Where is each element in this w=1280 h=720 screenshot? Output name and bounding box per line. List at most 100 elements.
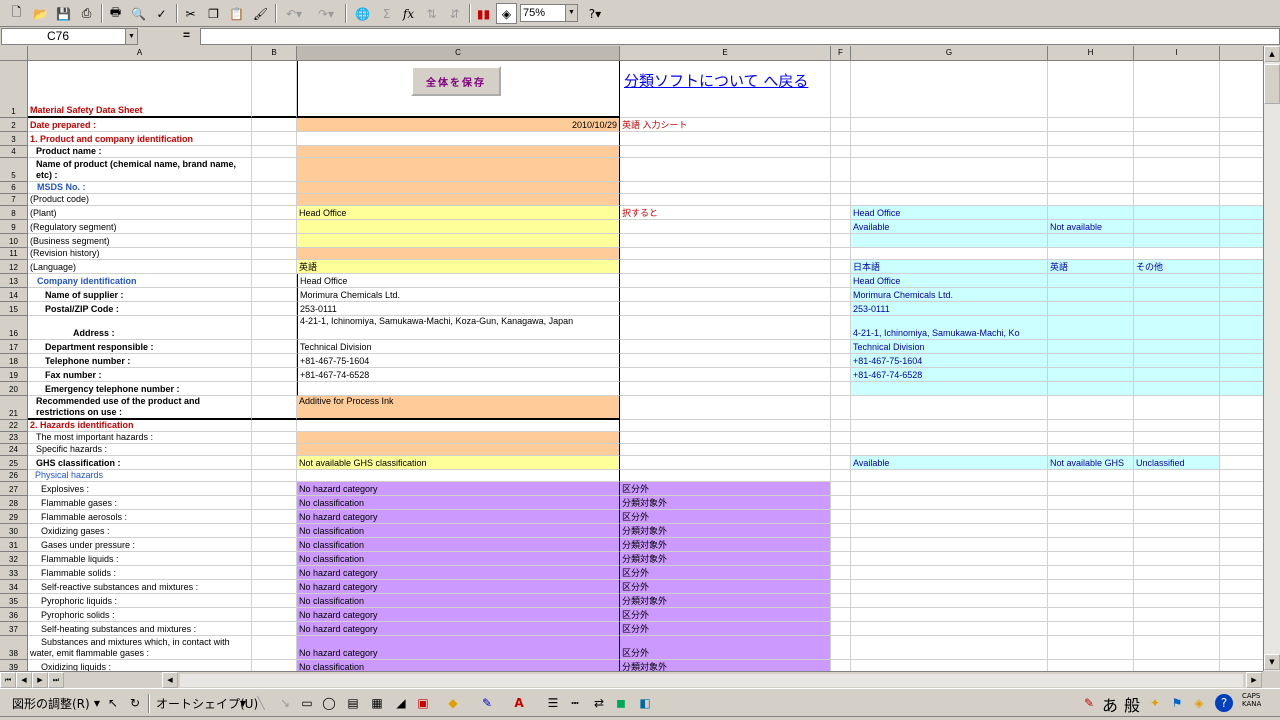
cell-j6[interactable] [1220,182,1263,194]
cell-j4[interactable] [1220,146,1263,158]
cell-j37[interactable] [1220,622,1263,636]
column-header-e[interactable]: E [620,46,831,61]
cell-h6[interactable] [1048,182,1134,194]
cell-h17[interactable] [1048,340,1134,354]
cell-i14[interactable] [1134,288,1220,302]
drawing-icon[interactable]: ◈ [496,3,517,24]
column-header-c[interactable]: C [297,46,620,61]
cell-g17[interactable]: Technical Division [851,340,1048,354]
cell-a18[interactable]: Telephone number : [28,354,252,368]
cell-c13[interactable]: Head Office [297,274,620,288]
cell-a35[interactable]: Pyrophoric liquids : [28,594,252,608]
cell-g19[interactable]: +81-467-74-6528 [851,368,1048,382]
sheet-prev-icon[interactable]: ◀ [16,672,32,688]
cell-c27[interactable]: No hazard category [297,482,620,496]
cell-j2[interactable] [1220,118,1263,132]
cell-e31[interactable]: 分類対象外 [620,538,831,552]
cell-e29[interactable]: 区分外 [620,510,831,524]
cell-h31[interactable] [1048,538,1134,552]
fill-color-icon[interactable]: ◆ [444,694,462,712]
cell-e24[interactable] [620,444,831,456]
cell-i38[interactable] [1134,636,1220,660]
cell-b32[interactable] [252,552,297,566]
cell-e4[interactable] [620,146,831,158]
cell-a31[interactable]: Gases under pressure : [28,538,252,552]
cell-e23[interactable] [620,432,831,444]
row-header[interactable]: 33 [0,566,28,580]
cell-e34[interactable]: 区分外 [620,580,831,594]
cell-a13[interactable]: Company identification [28,274,252,288]
cell-e20[interactable] [620,382,831,396]
row-header[interactable]: 10 [0,234,28,248]
cell-f35[interactable] [831,594,851,608]
arrow-style-icon[interactable]: ⇄ [590,694,608,712]
print-icon[interactable]: 🖶 [105,3,126,24]
cell-h23[interactable] [1048,432,1134,444]
cell-i23[interactable] [1134,432,1220,444]
cell-e8[interactable]: 択すると [620,206,831,220]
cell-f6[interactable] [831,182,851,194]
cell-g16[interactable]: 4-21-1, Ichinomiya, Samukawa-Machi, Ko [851,316,1048,340]
row-header[interactable]: 31 [0,538,28,552]
cell-j17[interactable] [1220,340,1263,354]
cell-c5[interactable] [297,158,620,182]
cell-i17[interactable] [1134,340,1220,354]
cell-e10[interactable] [620,234,831,248]
row-header[interactable]: 23 [0,432,28,444]
cell-b18[interactable] [252,354,297,368]
cell-b3[interactable] [252,132,297,146]
cell-g34[interactable] [851,580,1048,594]
oval-icon[interactable]: ◯ [320,694,338,712]
cell-e16[interactable] [620,316,831,340]
cell-h11[interactable] [1048,248,1134,260]
cell-g27[interactable] [851,482,1048,496]
cell-g32[interactable] [851,552,1048,566]
cell-a3[interactable]: 1. Product and company identification [28,132,252,146]
cell-j39[interactable] [1220,660,1263,671]
arrow-icon[interactable]: ↘ [276,694,294,712]
chart-wizard-icon[interactable]: ▮▮ [473,3,494,24]
cell-e6[interactable] [620,182,831,194]
cell-b4[interactable] [252,146,297,158]
cell-c10[interactable] [297,234,620,248]
cell-a23[interactable]: The most important hazards : [28,432,252,444]
cell-h29[interactable] [1048,510,1134,524]
cell-c35[interactable]: No classification [297,594,620,608]
cell-h10[interactable] [1048,234,1134,248]
cell-c29[interactable]: No hazard category [297,510,620,524]
cell-e35[interactable]: 分類対象外 [620,594,831,608]
row-header[interactable]: 25 [0,456,28,470]
cell-h9[interactable]: Not available [1048,220,1134,234]
select-objects-icon[interactable]: ↖ [104,694,122,712]
column-header-g[interactable]: G [851,46,1048,61]
cell-a33[interactable]: Flammable solids : [28,566,252,580]
cell-i25[interactable]: Unclassified [1134,456,1220,470]
cell-j35[interactable] [1220,594,1263,608]
formula-input[interactable] [200,28,1280,45]
cell-i8[interactable] [1134,206,1220,220]
cell-f2[interactable] [831,118,851,132]
cell-i31[interactable] [1134,538,1220,552]
cell-h19[interactable] [1048,368,1134,382]
cell-g12[interactable]: 日本語 [851,260,1048,274]
cell-g4[interactable] [851,146,1048,158]
cell-g1[interactable] [851,61,1048,118]
cell-b30[interactable] [252,524,297,538]
row-header[interactable]: 20 [0,382,28,396]
cell-e18[interactable] [620,354,831,368]
wordart-icon[interactable]: ▦ [368,694,386,712]
line-icon[interactable]: ╲ [252,694,270,712]
cell-f21[interactable] [831,396,851,420]
cell-g18[interactable]: +81-467-75-1604 [851,354,1048,368]
cell-e36[interactable]: 区分外 [620,608,831,622]
cell-b38[interactable] [252,636,297,660]
row-header[interactable]: 9 [0,220,28,234]
shape-adjust-menu[interactable]: 図形の調整(R) [12,695,90,712]
cell-f10[interactable] [831,234,851,248]
help-icon[interactable]: ?▾ [582,3,608,24]
row-header[interactable]: 1 [0,61,28,118]
cell-a29[interactable]: Flammable aerosols : [28,510,252,524]
cell-g38[interactable] [851,636,1048,660]
cell-j23[interactable] [1220,432,1263,444]
cell-h7[interactable] [1048,194,1134,206]
